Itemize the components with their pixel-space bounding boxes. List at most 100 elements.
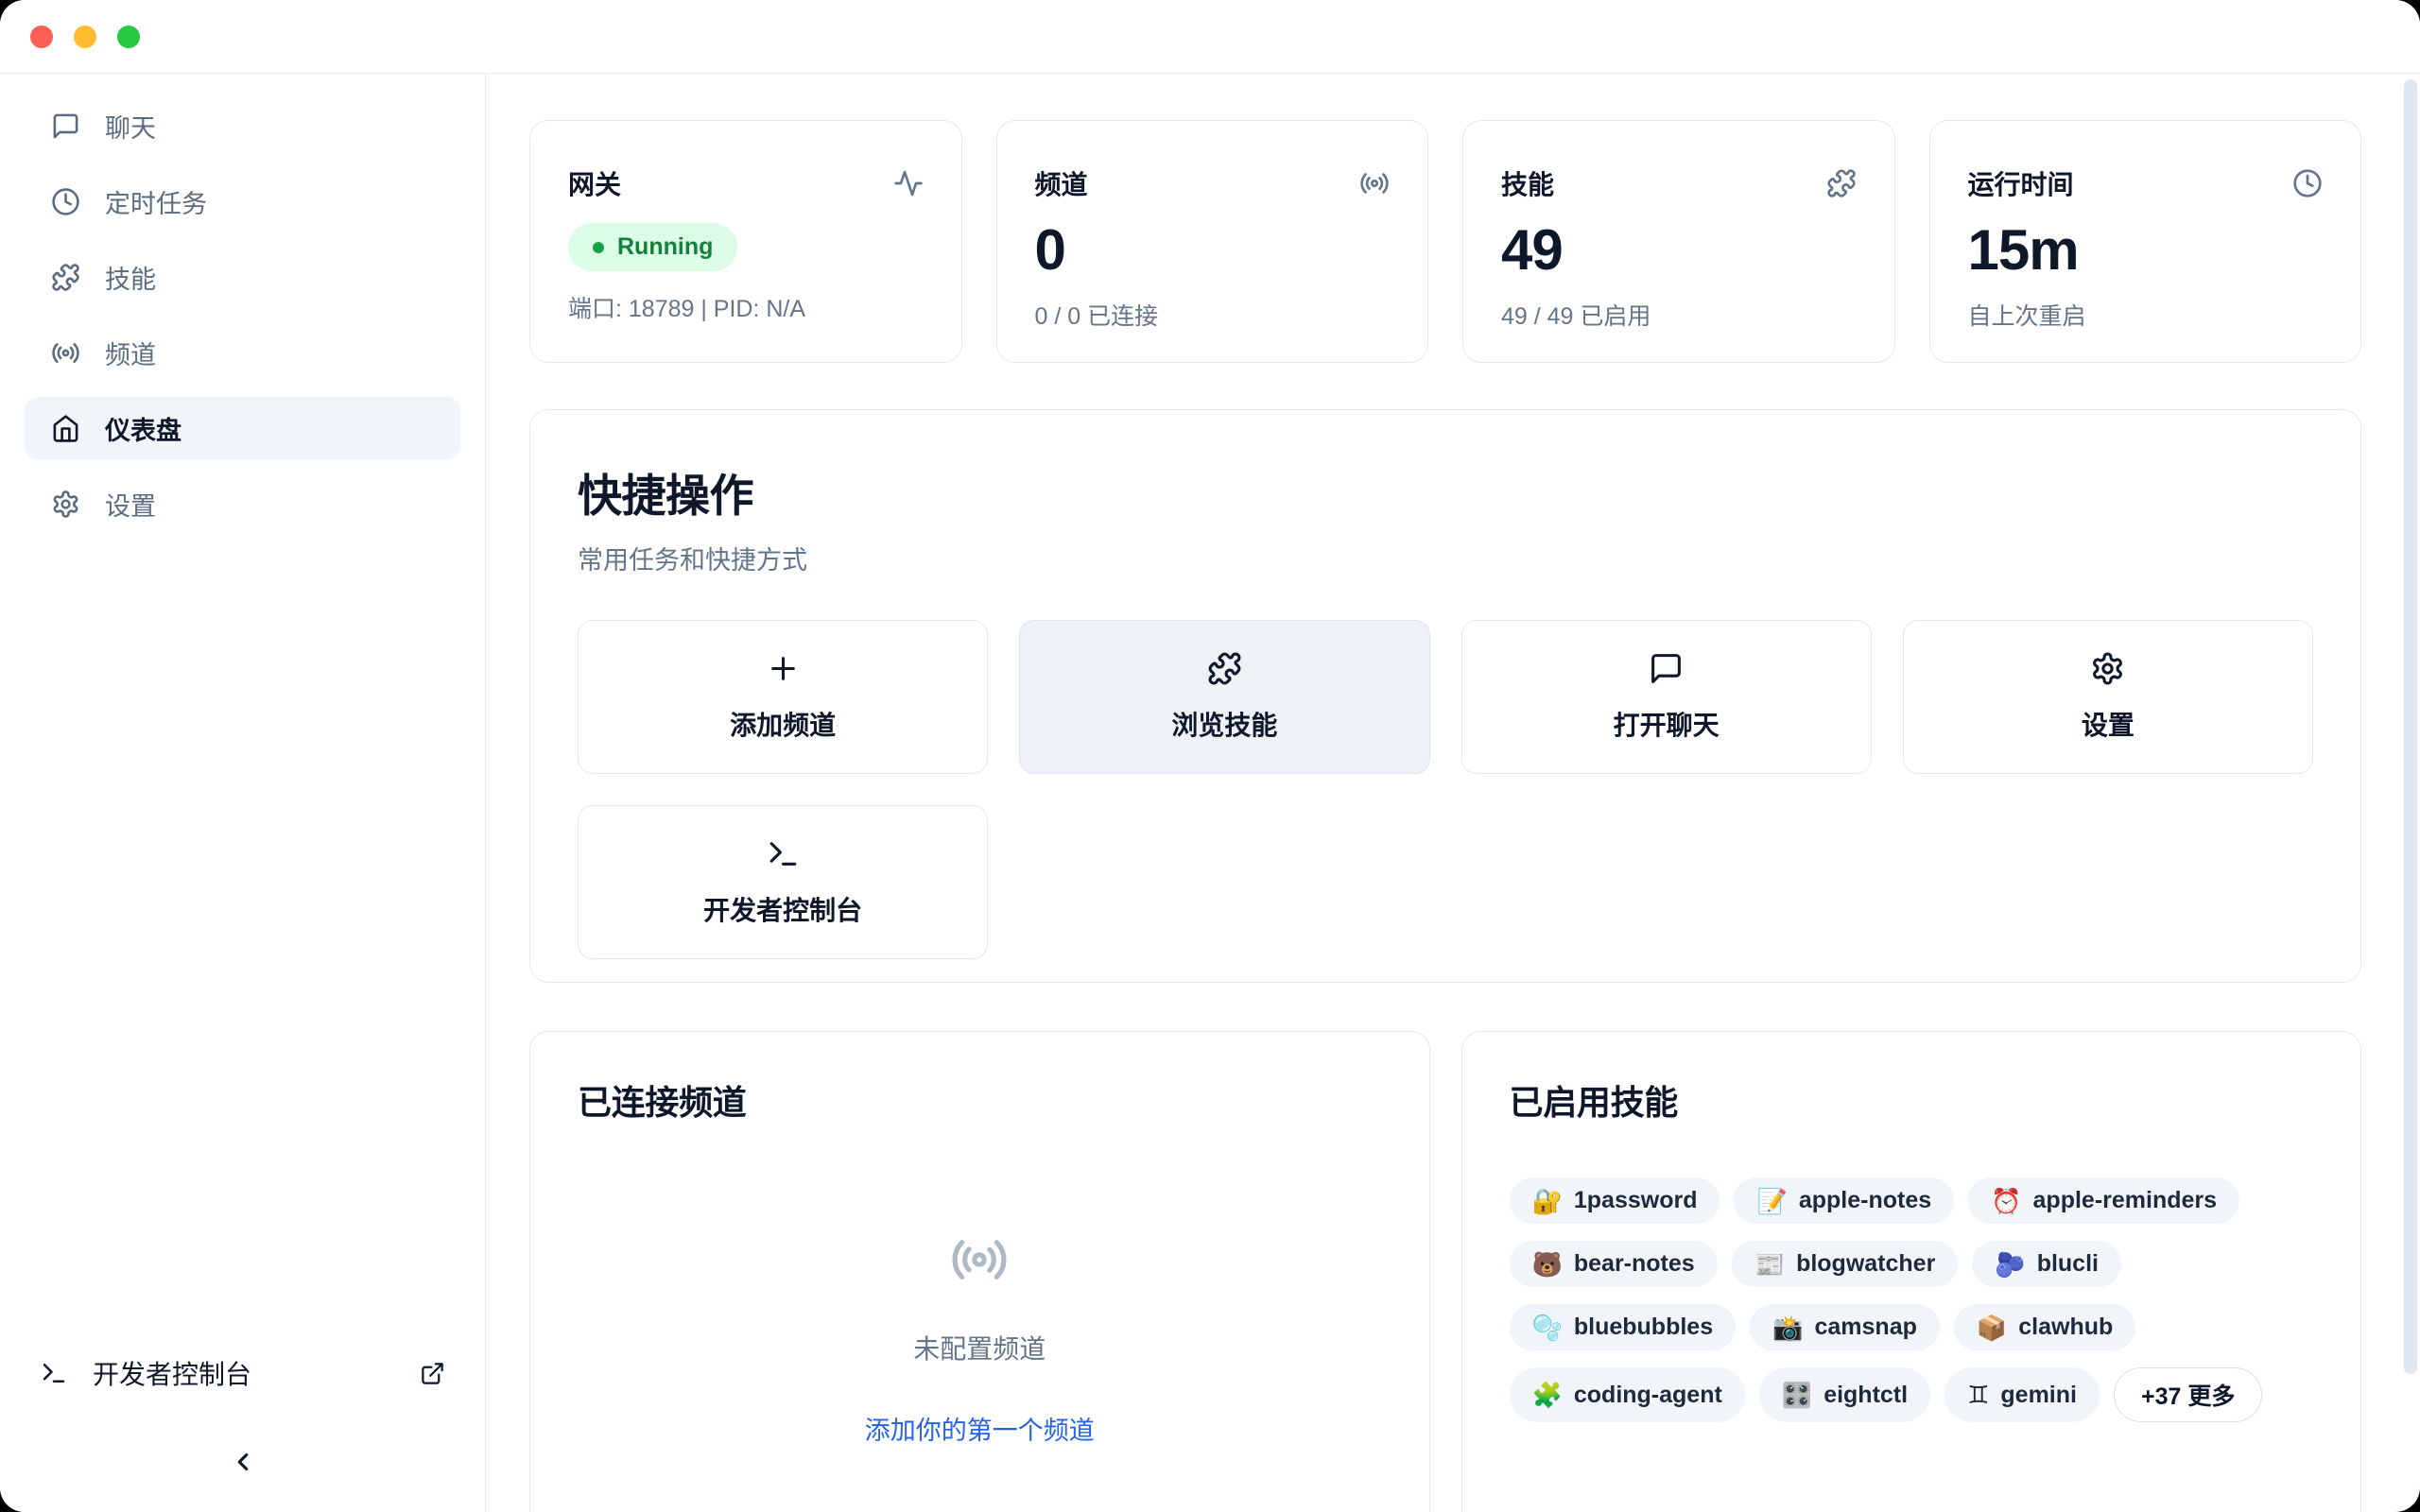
puzzle-icon bbox=[1207, 651, 1242, 686]
skill-tag-apple-reminders: ⏰apple-reminders bbox=[1968, 1177, 2239, 1224]
status-dot bbox=[593, 242, 604, 253]
stat-card-channels: 频道 0 0 / 0 已连接 bbox=[996, 120, 1429, 363]
alarm-emoji-icon: ⏰ bbox=[1991, 1189, 2021, 1213]
skills-detail: 49 / 49 已启用 bbox=[1501, 298, 1857, 332]
sidebar-item-label: 技能 bbox=[105, 259, 156, 296]
action-settings-button[interactable]: 设置 bbox=[1903, 620, 2313, 774]
chat-icon bbox=[1649, 651, 1684, 686]
skill-tag-bluebubbles: 🫧bluebubbles bbox=[1510, 1304, 1737, 1350]
terminal-icon bbox=[40, 1359, 68, 1387]
lock-emoji-icon: 🔐 bbox=[1532, 1189, 1563, 1213]
sidebar-item-skills[interactable]: 技能 bbox=[25, 246, 460, 308]
skill-tag-camsnap: 📸camsnap bbox=[1750, 1304, 1940, 1350]
quick-actions-card: 快捷操作 常用任务和快捷方式 添加频道 浏览技能 打开聊天 bbox=[529, 409, 2361, 983]
gateway-status-badge: Running bbox=[568, 223, 737, 271]
bear-emoji-icon: 🐻 bbox=[1532, 1252, 1563, 1277]
dev-console-label: 开发者控制台 bbox=[93, 1354, 251, 1392]
skill-tag-blogwatcher: 📰blogwatcher bbox=[1732, 1241, 1959, 1287]
add-first-channel-link[interactable]: 添加你的第一个频道 bbox=[865, 1410, 1095, 1447]
stat-title: 运行时间 bbox=[1968, 164, 2074, 202]
quick-actions-subtitle: 常用任务和快捷方式 bbox=[578, 540, 2313, 576]
uptime-detail: 自上次重启 bbox=[1968, 298, 2324, 332]
sidebar-footer: 开发者控制台 bbox=[25, 1342, 460, 1484]
chat-icon bbox=[51, 112, 80, 141]
minimize-window-button[interactable] bbox=[74, 26, 96, 48]
skill-tag-blucli: 🫐blucli bbox=[1972, 1241, 2121, 1287]
skill-tag-bear-notes: 🐻bear-notes bbox=[1510, 1241, 1718, 1287]
skill-tag-clawhub: 📦clawhub bbox=[1954, 1304, 2135, 1350]
sidebar-item-cron-tasks[interactable]: 定时任务 bbox=[25, 170, 460, 232]
radio-icon bbox=[1359, 168, 1390, 198]
activity-icon bbox=[893, 168, 924, 198]
knobs-emoji-icon: 🎛️ bbox=[1782, 1383, 1812, 1407]
channels-empty-state: 未配置频道 添加你的第一个频道 bbox=[578, 1230, 1382, 1447]
action-add-channel-button[interactable]: 添加频道 bbox=[578, 620, 988, 774]
sidebar-collapse-button[interactable] bbox=[222, 1442, 264, 1484]
skill-tag-1password: 🔐1password bbox=[1510, 1177, 1720, 1224]
gear-icon bbox=[2090, 651, 2125, 686]
sidebar-nav: 聊天 定时任务 技能 频道 仪表盘 bbox=[25, 94, 460, 548]
plus-icon bbox=[766, 651, 801, 686]
puzzle-icon bbox=[1826, 168, 1857, 198]
bottom-row: 已连接频道 未配置频道 添加你的第一个频道 已启用技能 🔐1password 📝… bbox=[529, 1031, 2361, 1512]
action-browse-skills-button[interactable]: 浏览技能 bbox=[1019, 620, 1429, 774]
stat-title: 频道 bbox=[1035, 164, 1088, 202]
stat-title: 技能 bbox=[1501, 164, 1554, 202]
sidebar-item-label: 频道 bbox=[105, 335, 156, 371]
radio-icon bbox=[51, 338, 80, 368]
enabled-skills-title: 已启用技能 bbox=[1510, 1075, 2314, 1125]
home-icon bbox=[51, 414, 80, 443]
skill-tag-apple-notes: 📝apple-notes bbox=[1734, 1177, 1954, 1224]
radio-icon bbox=[950, 1230, 1009, 1289]
gear-icon bbox=[51, 490, 80, 519]
show-more-skills-button[interactable]: +37 更多 bbox=[2114, 1367, 2262, 1422]
gemini-emoji-icon: ♊ bbox=[1967, 1383, 1989, 1407]
action-open-chat-button[interactable]: 打开聊天 bbox=[1461, 620, 1872, 774]
app-window: 聊天 定时任务 技能 频道 仪表盘 bbox=[0, 0, 2420, 1512]
clock-icon bbox=[2292, 168, 2323, 198]
close-window-button[interactable] bbox=[30, 26, 53, 48]
camera-emoji-icon: 📸 bbox=[1772, 1315, 1803, 1340]
enabled-skills-card: 已启用技能 🔐1password 📝apple-notes ⏰apple-rem… bbox=[1461, 1031, 2362, 1512]
sidebar-item-channels[interactable]: 频道 bbox=[25, 321, 460, 384]
sidebar-item-label: 聊天 bbox=[105, 108, 156, 145]
quick-actions-grid: 添加频道 浏览技能 打开聊天 设置 bbox=[578, 620, 2313, 959]
sidebar-item-label: 定时任务 bbox=[105, 183, 207, 220]
stat-card-gateway: 网关 Running 端口: 18789 | PID: N/A bbox=[529, 120, 962, 363]
puzzle-icon bbox=[51, 263, 80, 292]
connected-channels-title: 已连接频道 bbox=[578, 1075, 1382, 1125]
gateway-detail: 端口: 18789 | PID: N/A bbox=[568, 290, 924, 324]
memo-emoji-icon: 📝 bbox=[1756, 1189, 1787, 1213]
scrollbar-thumb[interactable] bbox=[2404, 79, 2417, 1374]
stat-card-skills: 技能 49 49 / 49 已启用 bbox=[1462, 120, 1895, 363]
skills-tags: 🔐1password 📝apple-notes ⏰apple-reminders… bbox=[1510, 1177, 2314, 1422]
skill-tag-eightctl: 🎛️eightctl bbox=[1759, 1367, 1930, 1422]
external-link-icon bbox=[420, 1361, 445, 1386]
bubbles-emoji-icon: 🫧 bbox=[1532, 1315, 1563, 1340]
sidebar-item-chat[interactable]: 聊天 bbox=[25, 94, 460, 157]
clock-icon bbox=[51, 187, 80, 216]
puzzle-emoji-icon: 🧩 bbox=[1532, 1383, 1563, 1407]
chevron-left-icon bbox=[229, 1448, 257, 1476]
skill-tag-coding-agent: 🧩coding-agent bbox=[1510, 1367, 1745, 1422]
newspaper-emoji-icon: 📰 bbox=[1754, 1252, 1785, 1277]
titlebar bbox=[0, 0, 2420, 74]
sidebar-item-settings[interactable]: 设置 bbox=[25, 472, 460, 535]
skills-count: 49 bbox=[1501, 217, 1857, 283]
channels-detail: 0 / 0 已连接 bbox=[1035, 298, 1391, 332]
terminal-icon bbox=[766, 836, 801, 871]
sidebar: 聊天 定时任务 技能 频道 仪表盘 bbox=[0, 74, 486, 1512]
channels-empty-text: 未配置频道 bbox=[913, 1329, 1046, 1366]
connected-channels-card: 已连接频道 未配置频道 添加你的第一个频道 bbox=[529, 1031, 1430, 1512]
package-emoji-icon: 📦 bbox=[1977, 1315, 2007, 1340]
channels-count: 0 bbox=[1035, 217, 1391, 283]
stats-row: 网关 Running 端口: 18789 | PID: N/A 频道 bbox=[529, 120, 2361, 363]
skill-tag-gemini: ♊gemini bbox=[1945, 1367, 2100, 1422]
zoom-window-button[interactable] bbox=[117, 26, 140, 48]
sidebar-item-label: 仪表盘 bbox=[105, 410, 182, 447]
sidebar-item-dashboard[interactable]: 仪表盘 bbox=[25, 397, 460, 459]
stat-title: 网关 bbox=[568, 164, 621, 202]
quick-actions-title: 快捷操作 bbox=[578, 459, 2313, 524]
sidebar-dev-console-link[interactable]: 开发者控制台 bbox=[25, 1342, 460, 1404]
action-dev-console-button[interactable]: 开发者控制台 bbox=[578, 805, 988, 959]
